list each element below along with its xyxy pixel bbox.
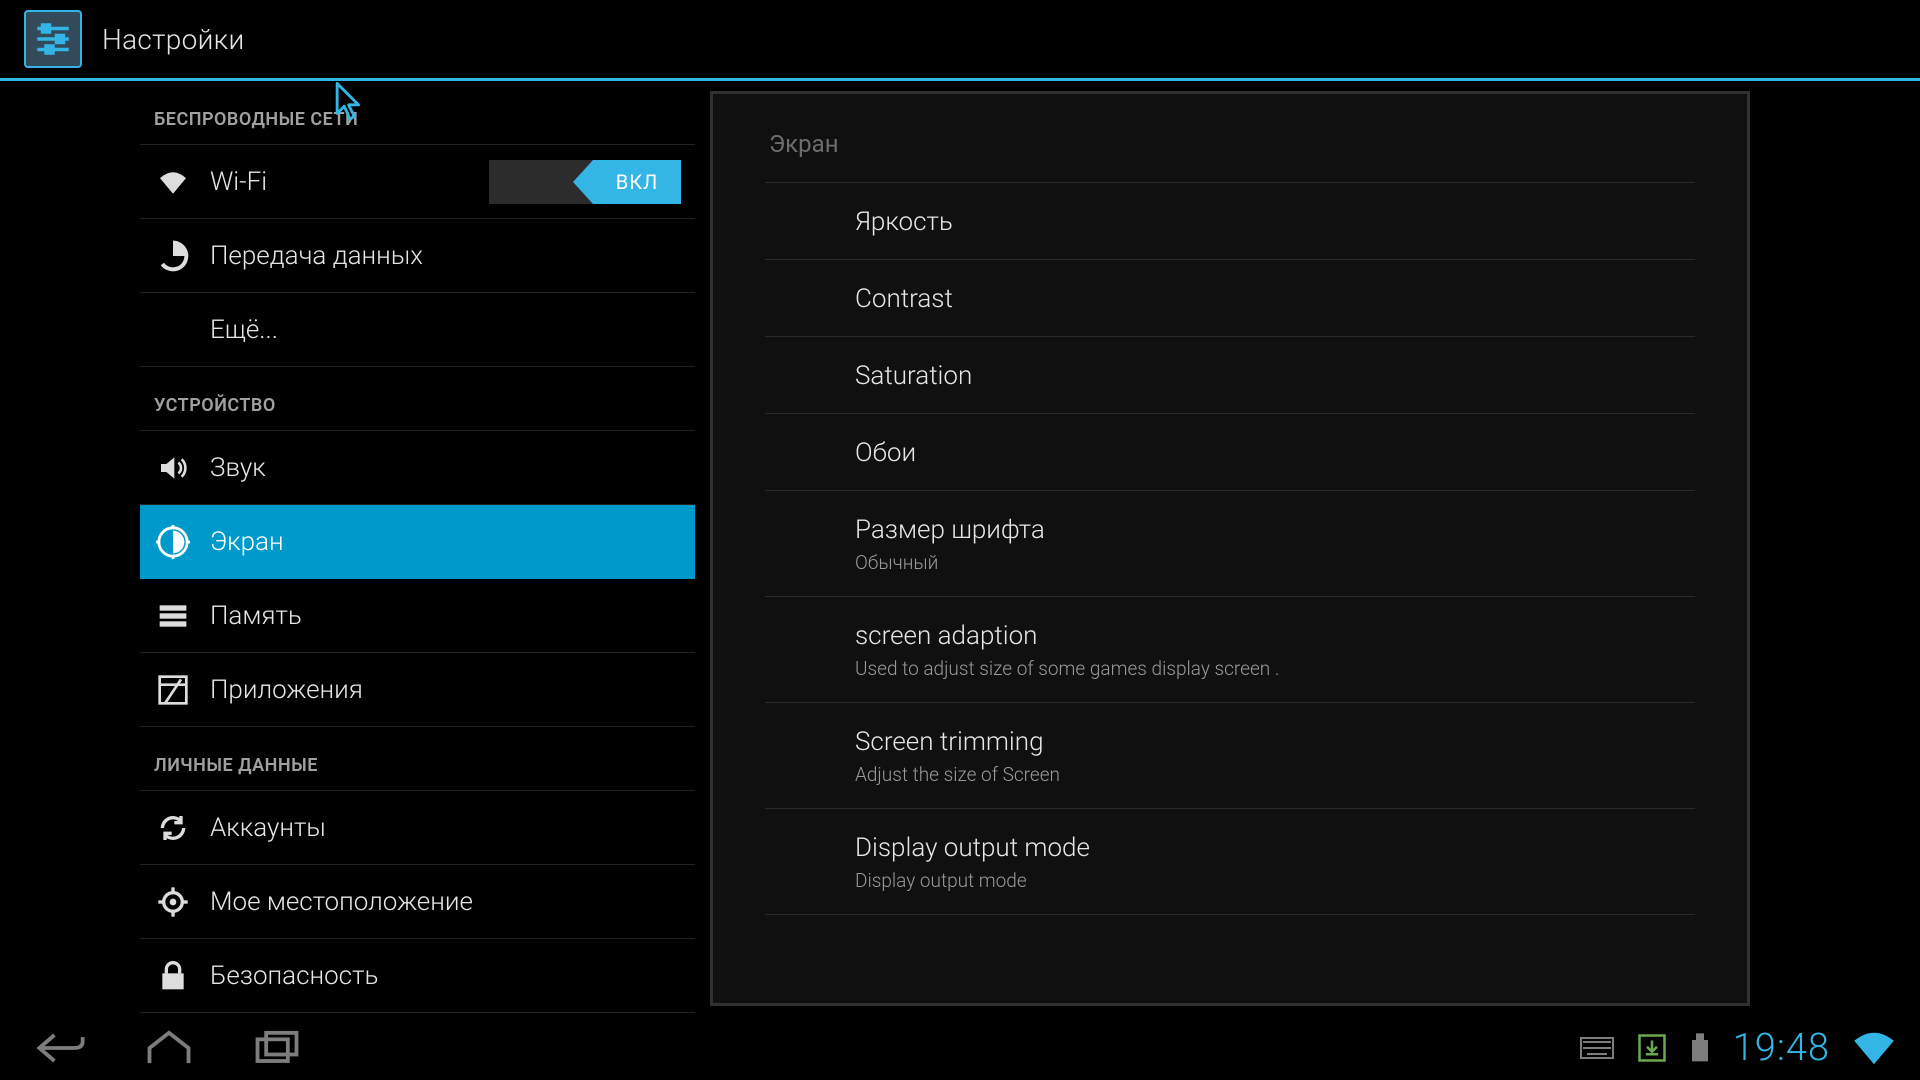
home-button[interactable] bbox=[132, 1023, 206, 1073]
setting-item-wallpaper[interactable]: Обои bbox=[765, 414, 1695, 491]
setting-item-screen-trimming[interactable]: Screen trimming Adjust the size of Screen bbox=[765, 703, 1695, 809]
sidebar-item-data-usage[interactable]: Передача данных bbox=[140, 219, 695, 293]
sidebar-item-accounts[interactable]: Аккаунты bbox=[140, 791, 695, 865]
setting-item-title: Display output mode bbox=[855, 833, 1695, 863]
sidebar-item-label: Wi-Fi bbox=[210, 167, 267, 197]
sidebar-item-wifi[interactable]: Wi-Fi ВКЛ bbox=[140, 145, 695, 219]
sidebar-item-sound[interactable]: Звук bbox=[140, 431, 695, 505]
sidebar-item-display[interactable]: Экран bbox=[140, 505, 695, 579]
sidebar-item-label: Передача данных bbox=[210, 241, 423, 271]
sidebar-section-header: ЛИЧНЫЕ ДАННЫЕ bbox=[140, 727, 695, 791]
lock-icon bbox=[154, 957, 192, 995]
data-usage-icon bbox=[154, 237, 192, 275]
sidebar-item-label: Ещё... bbox=[210, 315, 278, 345]
brightness-icon bbox=[154, 523, 192, 561]
sidebar-item-storage[interactable]: Память bbox=[140, 579, 695, 653]
back-button[interactable] bbox=[24, 1023, 98, 1073]
sidebar-item-apps[interactable]: Приложения bbox=[140, 653, 695, 727]
setting-item-title: Screen trimming bbox=[855, 727, 1695, 757]
sidebar-item-label: Мое местоположение bbox=[210, 887, 473, 917]
wifi-status-icon bbox=[1852, 1030, 1896, 1066]
sidebar-item-label: Звук bbox=[210, 453, 266, 483]
setting-item-title: Яркость bbox=[855, 207, 1695, 237]
toggle-on-label: ВКЛ bbox=[616, 170, 658, 194]
blank-icon bbox=[154, 311, 192, 349]
sidebar-item-label: Безопасность bbox=[210, 961, 378, 991]
app-header: Настройки bbox=[0, 0, 1920, 78]
panel-title: Экран bbox=[765, 116, 1695, 183]
apps-icon bbox=[154, 671, 192, 709]
sidebar-item-label: Приложения bbox=[210, 675, 363, 705]
location-icon bbox=[154, 883, 192, 921]
storage-icon bbox=[154, 597, 192, 635]
download-tray-icon bbox=[1637, 1033, 1667, 1063]
detail-panel: Экран Яркость Contrast Saturation Обои Размер… bbox=[710, 91, 1750, 1006]
wifi-toggle[interactable]: ВКЛ bbox=[489, 160, 681, 204]
setting-item-subtitle: Обычный bbox=[855, 551, 1695, 574]
setting-item-title: Размер шрифта bbox=[855, 515, 1695, 545]
app-title: Настройки bbox=[102, 23, 245, 56]
wifi-icon bbox=[154, 163, 192, 201]
sync-icon bbox=[154, 809, 192, 847]
sidebar-section-header: УСТРОЙСТВО bbox=[140, 367, 695, 431]
settings-sidebar: БЕСПРОВОДНЫЕ СЕТИ Wi-Fi ВКЛ Передача данных… bbox=[0, 81, 695, 1016]
setting-item-title: Обои bbox=[855, 438, 1695, 468]
status-tray[interactable]: 19:48 bbox=[1579, 1026, 1896, 1070]
setting-item-screen-adaption[interactable]: screen adaption Used to adjust size of so… bbox=[765, 597, 1695, 703]
sidebar-item-label: Аккаунты bbox=[210, 813, 326, 843]
keyboard-tray-icon bbox=[1579, 1035, 1615, 1061]
sidebar-item-label: Экран bbox=[210, 527, 284, 557]
sidebar-item-security[interactable]: Безопасность bbox=[140, 939, 695, 1013]
setting-item-subtitle: Adjust the size of Screen bbox=[855, 763, 1695, 786]
setting-item-font-size[interactable]: Размер шрифта Обычный bbox=[765, 491, 1695, 597]
setting-item-title: Contrast bbox=[855, 284, 1695, 314]
volume-icon bbox=[154, 449, 192, 487]
setting-item-subtitle: Display output mode bbox=[855, 869, 1695, 892]
sidebar-item-label: Память bbox=[210, 601, 302, 631]
setting-item-title: screen adaption bbox=[855, 621, 1695, 651]
recent-apps-button[interactable] bbox=[240, 1023, 314, 1073]
setting-item-brightness[interactable]: Яркость bbox=[765, 183, 1695, 260]
sidebar-item-more[interactable]: Ещё... bbox=[140, 293, 695, 367]
setting-item-title: Saturation bbox=[855, 361, 1695, 391]
setting-item-subtitle: Used to adjust size of some games displa… bbox=[855, 657, 1695, 680]
setting-item-saturation[interactable]: Saturation bbox=[765, 337, 1695, 414]
statusbar-clock: 19:48 bbox=[1733, 1026, 1830, 1070]
usb-tray-icon bbox=[1689, 1032, 1711, 1064]
setting-item-display-output-mode[interactable]: Display output mode Display output mode bbox=[765, 809, 1695, 915]
sidebar-item-location[interactable]: Мое местоположение bbox=[140, 865, 695, 939]
setting-item-contrast[interactable]: Contrast bbox=[765, 260, 1695, 337]
sidebar-section-header: БЕСПРОВОДНЫЕ СЕТИ bbox=[140, 81, 695, 145]
settings-app-icon bbox=[24, 10, 82, 68]
system-navbar: 19:48 bbox=[0, 1016, 1920, 1080]
